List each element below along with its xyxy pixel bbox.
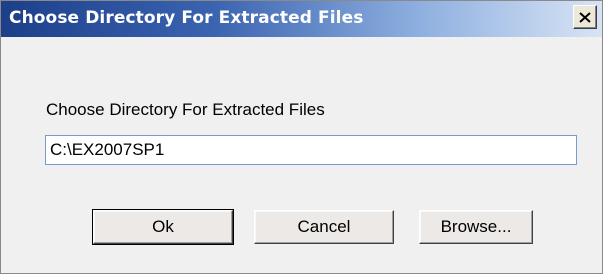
browse-button[interactable]: Browse... — [419, 210, 533, 244]
title-bar[interactable]: Choose Directory For Extracted Files — [1, 1, 602, 37]
directory-label: Choose Directory For Extracted Files — [46, 100, 325, 119]
window-title: Choose Directory For Extracted Files — [9, 8, 364, 28]
close-x-icon — [579, 11, 591, 23]
ok-button[interactable]: Ok — [92, 209, 234, 245]
cancel-button[interactable]: Cancel — [254, 210, 394, 244]
close-button[interactable] — [573, 5, 597, 29]
directory-path-input[interactable] — [45, 135, 577, 165]
extract-directory-dialog: Choose Directory For Extracted Files Cho… — [0, 0, 603, 274]
